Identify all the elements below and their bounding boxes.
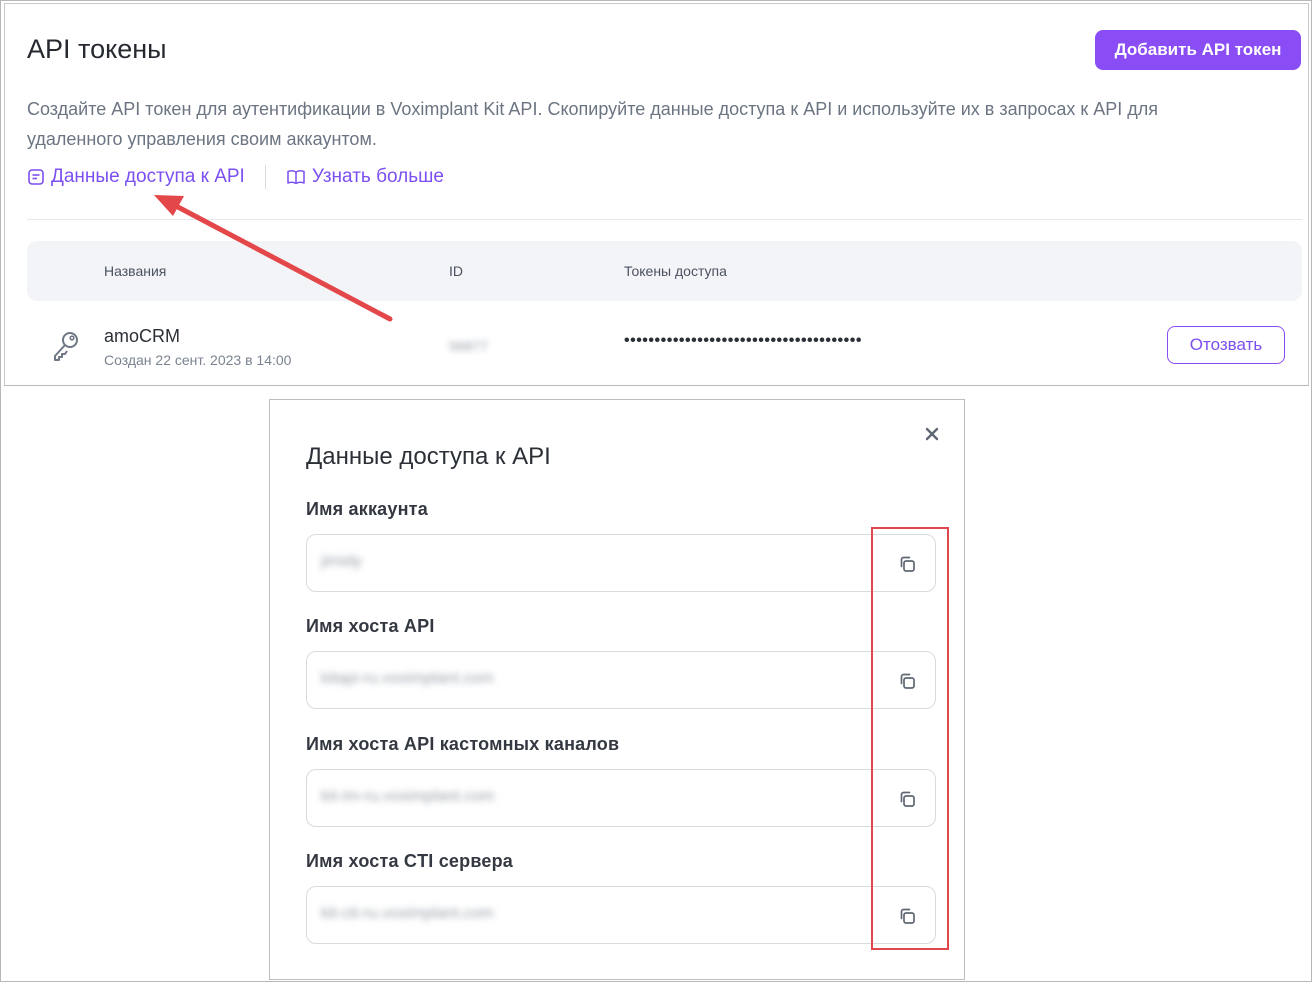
copy-icon: [900, 673, 915, 689]
divider: [27, 219, 1302, 220]
copy-custom-channels-host-button[interactable]: [895, 787, 919, 811]
token-created-date: Создан 22 сент. 2023 в 14:00: [104, 352, 292, 368]
api-access-data-link[interactable]: Данные доступа к API: [27, 166, 245, 188]
page-title: API токены: [27, 34, 167, 64]
copy-icon: [900, 791, 915, 807]
document-icon: [28, 169, 44, 185]
api-access-data-modal: Данные доступа к API Имя аккаунта jimidy…: [269, 399, 965, 980]
links-row: Данные доступа к API Узнать больше: [27, 164, 444, 190]
copy-cti-server-host-button[interactable]: [895, 904, 919, 928]
links-separator: [264, 165, 266, 189]
modal-title: Данные доступа к API: [306, 443, 551, 470]
page-description: Создайте API токен для аутентификации в …: [27, 99, 1159, 149]
access-token-masked: •••••••••••••••••••••••••••••••••••••••: [624, 332, 862, 349]
close-icon: [925, 427, 939, 441]
account-name-field[interactable]: jimidy: [306, 534, 936, 592]
key-icon: [54, 332, 78, 361]
api-tokens-page: API токены Добавить API токен Создайте A…: [4, 3, 1309, 386]
account-name-value: jimidy: [321, 553, 362, 570]
custom-channels-host-field[interactable]: kit-im-ru.voximplant.com: [306, 769, 936, 827]
cti-server-host-field[interactable]: kit-cti-ru.voximplant.com: [306, 886, 936, 944]
custom-channels-host-value: kit-im-ru.voximplant.com: [321, 788, 495, 805]
account-name-label: Имя аккаунта: [306, 499, 428, 519]
cti-server-host-value: kit-cti-ru.voximplant.com: [321, 905, 494, 922]
book-icon: [287, 170, 305, 185]
cti-server-host-label: Имя хоста CTI сервера: [306, 851, 513, 871]
copy-icon: [900, 556, 915, 572]
add-api-token-button[interactable]: Добавить API токен: [1095, 30, 1301, 70]
learn-more-link[interactable]: Узнать больше: [286, 166, 444, 188]
api-access-data-link-label: Данные доступа к API: [51, 166, 245, 187]
token-name: amoCRM: [104, 326, 181, 346]
api-host-value: kitapi-ru.voximplant.com: [321, 670, 494, 687]
column-header-id: ID: [449, 263, 463, 279]
api-host-label: Имя хоста API: [306, 616, 435, 636]
close-button[interactable]: [922, 424, 942, 444]
api-host-field[interactable]: kitapi-ru.voximplant.com: [306, 651, 936, 709]
revoke-button[interactable]: Отозвать: [1167, 326, 1285, 364]
copy-account-name-button[interactable]: [895, 552, 919, 576]
copy-icon: [900, 908, 915, 924]
column-header-name: Названия: [104, 263, 167, 279]
learn-more-link-label: Узнать больше: [311, 166, 444, 187]
copy-api-host-button[interactable]: [895, 669, 919, 693]
column-header-tokens: Токены доступа: [624, 263, 727, 279]
custom-channels-host-label: Имя хоста API кастомных каналов: [306, 734, 620, 754]
token-id: 56877: [449, 338, 488, 354]
table-header: Названия ID Токены доступа: [27, 241, 1302, 301]
